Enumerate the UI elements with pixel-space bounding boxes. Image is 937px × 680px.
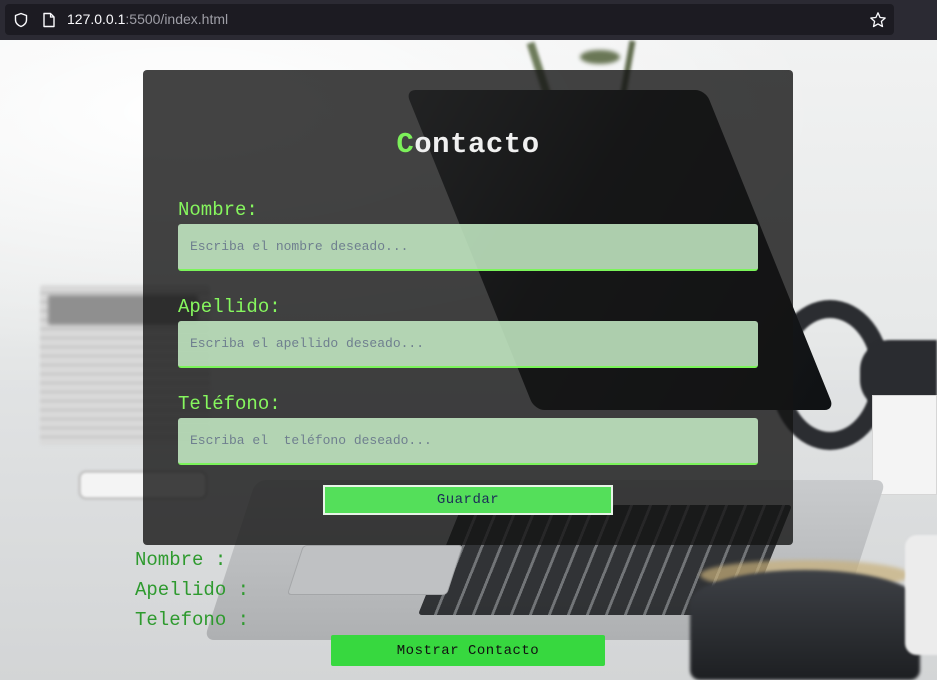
background-box (872, 395, 937, 495)
save-button[interactable]: Guardar (323, 485, 613, 515)
url-text[interactable]: 127.0.0.1:5500/index.html (67, 4, 228, 35)
result-telefono: Telefono : (135, 609, 250, 631)
result-nombre: Nombre : (135, 549, 227, 571)
form-title-rest: ontacto (414, 128, 540, 161)
shield-icon[interactable] (11, 4, 31, 35)
show-contact-button[interactable]: Mostrar Contacto (331, 635, 605, 666)
background-laptop-trackpad (286, 545, 464, 595)
apellido-input[interactable] (178, 321, 758, 368)
apellido-label: Apellido: (178, 296, 281, 318)
contact-form-card: Contacto Nombre: Apellido: Teléfono: Gua… (143, 70, 793, 545)
url-host: 127.0.0.1 (67, 11, 126, 27)
form-title-initial: C (396, 128, 415, 161)
page-viewport: Contacto Nombre: Apellido: Teléfono: Gua… (0, 40, 937, 680)
background-plant-leaf (580, 50, 620, 64)
telefono-label: Teléfono: (178, 393, 281, 415)
page-icon (39, 4, 59, 35)
nombre-label: Nombre: (178, 199, 258, 221)
telefono-input[interactable] (178, 418, 758, 465)
browser-toolbar: 127.0.0.1:5500/index.html (0, 0, 937, 40)
background-cup (905, 535, 937, 655)
result-apellido: Apellido : (135, 579, 250, 601)
nombre-input[interactable] (178, 224, 758, 271)
form-title: Contacto (143, 128, 793, 161)
url-path: :5500/index.html (125, 11, 229, 27)
url-bar[interactable]: 127.0.0.1:5500/index.html (5, 4, 894, 35)
background-mug (690, 570, 920, 680)
star-icon[interactable] (868, 4, 888, 35)
